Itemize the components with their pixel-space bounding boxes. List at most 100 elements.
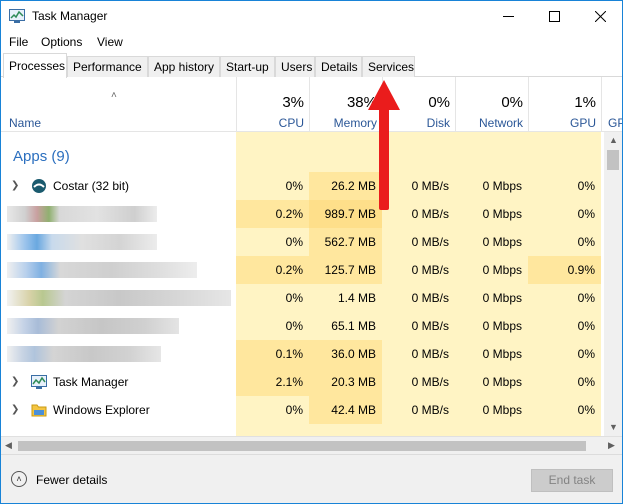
expand-chevron-icon[interactable]: ❯ [11, 376, 19, 387]
gpu-value: 0.9% [528, 256, 601, 284]
table-row[interactable]: 0% 65.1 MB 0 MB/s 0 Mbps 0% [1, 312, 604, 340]
table-row[interactable]: 0% 1.4 MB 0 MB/s 0 Mbps 0% [1, 284, 604, 312]
scroll-left-icon[interactable]: ◀ [5, 440, 12, 451]
redacted-process-name [7, 318, 179, 334]
gpu-percent: 1% [574, 94, 596, 111]
cpu-value: 0.1% [236, 340, 309, 368]
memory-value: 36.0 MB [309, 340, 382, 368]
memory-value: 989.7 MB [309, 200, 382, 228]
task-manager-window: Task Manager File Options View Processes… [0, 0, 623, 504]
vertical-scroll-thumb[interactable] [607, 150, 619, 170]
tab-services[interactable]: Services [362, 56, 415, 77]
network-value: 0 Mbps [482, 235, 522, 249]
scroll-down-icon[interactable]: ▼ [609, 422, 618, 432]
scroll-up-icon[interactable]: ▲ [609, 135, 618, 145]
annotation-arrow-shaft [379, 104, 389, 210]
gpu-value: 0% [577, 291, 595, 305]
tab-performance[interactable]: Performance [67, 56, 148, 77]
cpu-value: 2.1% [236, 368, 309, 396]
gpu-value: 0% [577, 319, 595, 333]
gpu-value: 0% [577, 179, 595, 193]
vertical-scrollbar[interactable]: ▲ ▼ [604, 132, 622, 436]
maximize-button[interactable] [531, 1, 577, 32]
column-header-gpu-engine[interactable]: GP [601, 77, 622, 132]
column-header-network[interactable]: 0% Network [455, 77, 528, 132]
gpu-label: GPU [569, 116, 596, 130]
table-row[interactable]: ❯ Task Manager 2.1% 20.3 MB 0 MB/s 0 Mbp… [1, 368, 604, 396]
end-task-button[interactable]: End task [531, 469, 613, 492]
tab-app-history[interactable]: App history [148, 56, 220, 77]
close-button[interactable] [577, 1, 623, 32]
cpu-label: CPU [278, 116, 304, 130]
column-header-gpu[interactable]: 1% GPU [528, 77, 601, 132]
expand-chevron-icon[interactable]: ❯ [11, 404, 19, 415]
cpu-value: 0% [285, 235, 303, 249]
column-header-name[interactable]: Name [9, 116, 41, 130]
menu-view[interactable]: View [97, 35, 123, 49]
tab-users[interactable]: Users [275, 56, 315, 77]
menu-options[interactable]: Options [41, 35, 82, 49]
memory-value: 26.2 MB [309, 172, 382, 200]
table-row[interactable]: ❯ Windows Explorer 0% 42.4 MB 0 MB/s 0 M… [1, 396, 604, 424]
disk-value: 0 MB/s [411, 179, 449, 193]
memory-value: 42.4 MB [309, 396, 382, 424]
window-title: Task Manager [32, 9, 108, 23]
disk-value: 0 MB/s [411, 375, 449, 389]
task-manager-process-icon [31, 375, 47, 389]
column-header-cpu[interactable]: 3% CPU [236, 77, 309, 132]
menu-file[interactable]: File [9, 35, 28, 49]
chevron-up-circle-icon[interactable]: ˄ [11, 471, 27, 487]
disk-value: 0 MB/s [411, 403, 449, 417]
table-row[interactable]: 0.1% 36.0 MB 0 MB/s 0 Mbps 0% [1, 340, 604, 368]
disk-value: 0 MB/s [411, 291, 449, 305]
sort-chevron-up-icon: ˄ [111, 90, 117, 101]
disk-value: 0 MB/s [411, 207, 449, 221]
gpu-value: 0% [577, 235, 595, 249]
close-icon [594, 11, 606, 22]
gpu-value: 0% [577, 375, 595, 389]
network-label: Network [478, 116, 523, 130]
disk-value: 0 MB/s [411, 347, 449, 361]
tab-details[interactable]: Details [315, 56, 362, 77]
disk-value: 0 MB/s [411, 235, 449, 249]
process-name: Windows Explorer [53, 403, 150, 417]
title-bar[interactable]: Task Manager [1, 1, 622, 32]
disk-value: 0 MB/s [411, 319, 449, 333]
maximize-icon [548, 11, 560, 22]
redacted-process-name [7, 206, 157, 222]
horizontal-scrollbar[interactable]: ◀ ▶ [1, 436, 622, 454]
fewer-details-link[interactable]: Fewer details [36, 473, 107, 487]
menu-bar: File Options View [1, 32, 622, 52]
footer-bar: ˄ Fewer details End task [1, 454, 622, 503]
group-header-apps[interactable]: Apps (9) [13, 148, 70, 165]
table-row[interactable]: 0.2% 989.7 MB 0 MB/s 0 Mbps 0% [1, 200, 604, 228]
process-name: Costar (32 bit) [53, 179, 130, 193]
process-name: Task Manager [53, 375, 129, 389]
memory-label: Memory [333, 116, 377, 130]
cpu-percent: 3% [282, 94, 304, 111]
tab-processes[interactable]: Processes [3, 53, 67, 78]
cpu-value: 0.2% [236, 256, 309, 284]
table-row[interactable]: ❯ Costar (32 bit) 0% 26.2 MB 0 MB/s 0 Mb… [1, 172, 604, 200]
memory-value: 65.1 MB [331, 319, 376, 333]
table-row[interactable]: 0.2% 125.7 MB 0 MB/s 0 Mbps 0.9% [1, 256, 604, 284]
gpu-value: 0% [577, 207, 595, 221]
network-value: 0 Mbps [482, 263, 522, 277]
minimize-button[interactable] [485, 1, 531, 32]
disk-label: Disk [426, 116, 450, 130]
cpu-value: 0% [285, 291, 303, 305]
memory-value: 20.3 MB [309, 368, 382, 396]
gpu-engine-label: GP [608, 116, 622, 130]
redacted-process-name [7, 262, 197, 278]
table-row[interactable]: 0% 562.7 MB 0 MB/s 0 Mbps 0% [1, 228, 604, 256]
task-manager-icon [9, 9, 25, 23]
redacted-process-name [7, 346, 161, 362]
gpu-value: 0% [577, 347, 595, 361]
gpu-value: 0% [577, 403, 595, 417]
redacted-process-name [7, 234, 157, 250]
minimize-icon [502, 16, 514, 17]
horizontal-scroll-thumb[interactable] [18, 441, 586, 451]
tab-startup[interactable]: Start-up [220, 56, 275, 77]
scroll-right-icon[interactable]: ▶ [608, 440, 615, 451]
expand-chevron-icon[interactable]: ❯ [11, 180, 19, 191]
